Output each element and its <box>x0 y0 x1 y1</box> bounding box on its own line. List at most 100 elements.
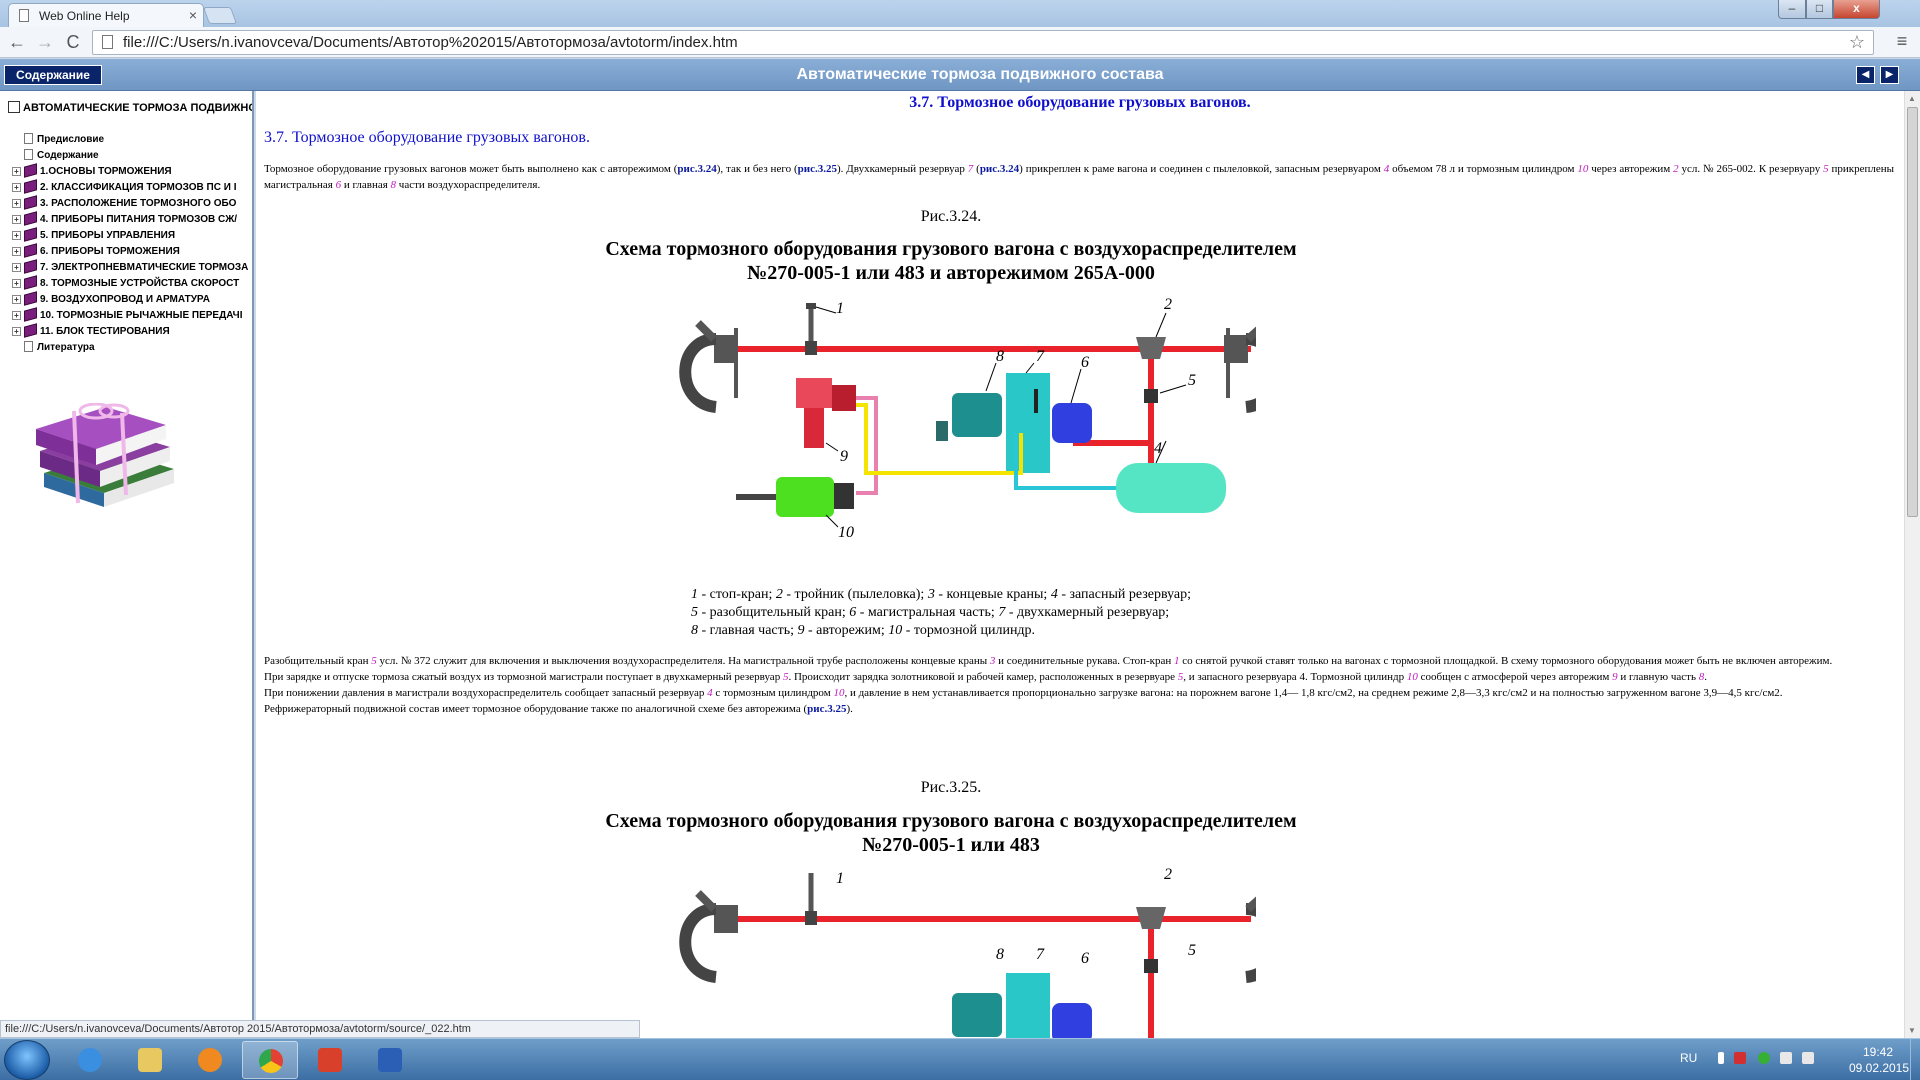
network-icon[interactable] <box>1802 1052 1814 1064</box>
toc-item[interactable]: +1.ОСНОВЫ ТОРМОЖЕНИЯ <box>12 163 172 178</box>
toc-item[interactable]: +11. БЛОК ТЕСТИРОВАНИЯ <box>12 323 170 338</box>
fig-link[interactable]: рис.3.25 <box>807 703 846 715</box>
book-icon <box>24 227 37 242</box>
word-taskbar-icon[interactable] <box>362 1041 418 1079</box>
expand-icon[interactable]: + <box>12 311 21 320</box>
ie-taskbar-icon[interactable] <box>62 1041 118 1079</box>
page-icon <box>24 341 33 352</box>
toc-item[interactable]: +4. ПРИБОРЫ ПИТАНИЯ ТОРМОЗОВ СЖ/ <box>12 211 237 226</box>
toc-item-label: 2. КЛАССИФИКАЦИЯ ТОРМОЗОВ ПС И I <box>40 182 237 193</box>
expand-icon[interactable]: + <box>12 183 21 192</box>
toc-item-label: Литература <box>37 342 95 353</box>
toc-item[interactable]: Литература <box>12 341 95 353</box>
explorer-taskbar-icon[interactable] <box>122 1041 178 1079</box>
svg-text:7: 7 <box>1036 348 1045 365</box>
close-window-button[interactable]: x <box>1833 0 1880 19</box>
tray-expand-icon[interactable] <box>1718 1052 1724 1064</box>
toc-item[interactable]: +8. ТОРМОЗНЫЕ УСТРОЙСТВА СКОРОСТ <box>12 275 239 290</box>
svg-text:4: 4 <box>1154 440 1162 457</box>
page-title: 3.7. Тормозное оборудование грузовых ваг… <box>909 94 1251 111</box>
fig-link[interactable]: рис.3.25 <box>798 163 837 175</box>
browser-tab[interactable]: Web Online Help × <box>8 3 204 27</box>
expand-icon[interactable]: + <box>12 215 21 224</box>
svg-text:8: 8 <box>996 348 1004 365</box>
brake-diagram-1: 1 2 3 4 5 6 7 8 9 10 <box>679 296 1256 541</box>
toc-item[interactable]: +6. ПРИБОРЫ ТОРМОЖЕНИЯ <box>12 243 180 258</box>
status-bar: file:///C:/Users/n.ivanovceva/Documents/… <box>0 1020 640 1038</box>
help-title: Автоматические тормоза подвижного состав… <box>796 66 1164 83</box>
forward-button[interactable]: → <box>34 31 56 53</box>
scroll-up-icon[interactable]: ▲ <box>1908 94 1916 103</box>
window-titlebar: Web Online Help × – □ x <box>0 0 1920 27</box>
toc-item-label: 6. ПРИБОРЫ ТОРМОЖЕНИЯ <box>40 246 180 257</box>
figure-label-2: Рис.3.25. <box>920 779 982 796</box>
intro-paragraph: Тормозное оборудование грузовых вагонов … <box>264 163 1895 191</box>
contents-button[interactable]: Содержание <box>4 65 102 85</box>
scroll-down-icon[interactable]: ▼ <box>1908 1026 1916 1035</box>
flag-icon[interactable] <box>1734 1052 1746 1064</box>
prev-page-button[interactable]: ◀ <box>1856 66 1875 84</box>
book-icon <box>24 291 37 306</box>
scroll-thumb[interactable] <box>1907 107 1918 517</box>
start-button[interactable] <box>4 1040 50 1080</box>
fig-link[interactable]: рис.3.24 <box>980 163 1019 175</box>
update-icon[interactable] <box>1758 1052 1770 1064</box>
expand-icon[interactable]: + <box>12 279 21 288</box>
expand-icon[interactable]: + <box>12 295 21 304</box>
content-scrollbar[interactable]: ▲ ▼ <box>1904 91 1920 1038</box>
reload-button[interactable]: C <box>62 31 84 53</box>
next-page-button[interactable]: ▶ <box>1880 66 1899 84</box>
file-icon <box>102 35 113 49</box>
svg-text:7: 7 <box>1036 946 1045 963</box>
browser-toolbar: ← → C file:///C:/Users/n.ivanovceva/Docu… <box>0 27 1920 58</box>
fig-link[interactable]: рис.3.24 <box>677 163 716 175</box>
toc-item[interactable]: +7. ЭЛЕКТРОПНЕВМАТИЧЕСКИЕ ТОРМОЗА <box>12 259 248 274</box>
book-icon <box>24 275 37 290</box>
page-icon <box>24 133 33 144</box>
toc-item[interactable]: +2. КЛАССИФИКАЦИЯ ТОРМОЗОВ ПС И I <box>12 179 237 194</box>
figure-title-2: Схема тормозного оборудования грузового … <box>605 810 1297 856</box>
body-paragraph: Разобщительный кран 5 усл. № 372 служит … <box>264 655 1833 715</box>
toc-item[interactable]: +5. ПРИБОРЫ УПРАВЛЕНИЯ <box>12 227 175 242</box>
svg-text:1: 1 <box>836 870 844 887</box>
chrome-taskbar-icon[interactable] <box>242 1041 298 1079</box>
minimize-button[interactable]: – <box>1778 0 1806 19</box>
expand-icon[interactable]: + <box>12 327 21 336</box>
pdf-taskbar-icon[interactable] <box>302 1041 358 1079</box>
toc-item[interactable]: +3. РАСПОЛОЖЕНИЕ ТОРМОЗНОГО ОБО <box>12 195 236 210</box>
volume-icon[interactable] <box>1780 1052 1792 1064</box>
open-book-icon <box>8 101 20 113</box>
expand-icon[interactable]: + <box>12 247 21 256</box>
back-button[interactable]: ← <box>6 31 28 53</box>
brake-diagram-2: 1 2 3 5 6 7 8 <box>679 866 1256 1038</box>
bookmark-star-icon[interactable]: ☆ <box>1849 32 1865 53</box>
browser-menu-icon[interactable]: ≡ <box>1892 31 1912 52</box>
book-icon <box>24 323 37 338</box>
svg-text:6: 6 <box>1081 354 1089 371</box>
expand-icon[interactable]: + <box>12 231 21 240</box>
toc-item[interactable]: +10. ТОРМОЗНЫЕ РЫЧАЖНЫЕ ПЕРЕДАЧІ <box>12 307 242 322</box>
clock-date[interactable]: 09.02.2015 <box>1844 1061 1914 1075</box>
expand-icon[interactable]: + <box>12 167 21 176</box>
svg-text:6: 6 <box>1081 950 1089 967</box>
show-desktop-button[interactable] <box>1910 1039 1920 1080</box>
toc-item[interactable]: Предисловие <box>12 133 104 145</box>
svg-text:5: 5 <box>1188 372 1196 389</box>
toc-root[interactable]: АВТОМАТИЧЕСКИЕ ТОРМОЗА ПОДВИЖНОГ <box>8 101 252 114</box>
page-icon <box>19 9 29 22</box>
toc-item[interactable]: Содержание <box>12 149 99 161</box>
toc-item[interactable]: +9. ВОЗДУХОПРОВОД И АРМАТУРА <box>12 291 210 306</box>
expand-icon[interactable]: + <box>12 199 21 208</box>
address-bar[interactable]: file:///C:/Users/n.ivanovceva/Documents/… <box>92 30 1874 55</box>
maximize-button[interactable]: □ <box>1806 0 1833 19</box>
clock-time[interactable]: 19:42 <box>1848 1045 1908 1059</box>
new-tab-button[interactable] <box>202 7 238 24</box>
media-player-taskbar-icon[interactable] <box>182 1041 238 1079</box>
figure-title: Схема тормозного оборудования грузового … <box>605 238 1297 284</box>
language-indicator[interactable]: RU <box>1680 1051 1697 1065</box>
book-icon <box>24 211 37 226</box>
toc-item-label: 1.ОСНОВЫ ТОРМОЖЕНИЯ <box>40 166 172 177</box>
expand-icon[interactable]: + <box>12 263 21 272</box>
tab-close-icon[interactable]: × <box>189 7 197 23</box>
page-icon <box>24 149 33 160</box>
